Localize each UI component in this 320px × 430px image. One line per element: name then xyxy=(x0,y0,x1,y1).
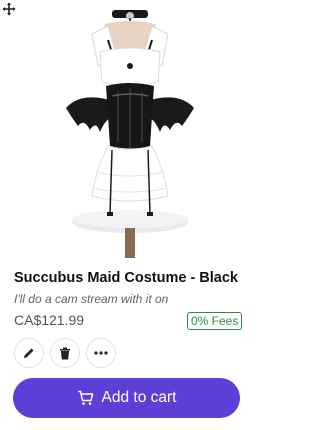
add-to-cart-label: Add to cart xyxy=(101,389,177,406)
product-image[interactable] xyxy=(0,0,251,258)
fees-badge: 0% Fees xyxy=(187,312,243,330)
trash-icon xyxy=(60,347,70,359)
pencil-icon xyxy=(24,348,34,358)
add-to-cart-button[interactable]: Add to cart xyxy=(13,378,240,418)
product-note: I'll do a cam stream with it on xyxy=(14,292,169,306)
more-options-button[interactable] xyxy=(86,338,116,368)
edit-button[interactable] xyxy=(14,338,44,368)
delete-button[interactable] xyxy=(50,338,80,368)
cart-icon xyxy=(77,390,93,405)
more-icon xyxy=(94,351,108,355)
product-price: CA$121.99 xyxy=(14,312,85,328)
move-handle-icon[interactable] xyxy=(0,0,18,18)
maid-costume-photo xyxy=(66,10,194,258)
product-title: Succubus Maid Costume - Black xyxy=(14,270,238,286)
